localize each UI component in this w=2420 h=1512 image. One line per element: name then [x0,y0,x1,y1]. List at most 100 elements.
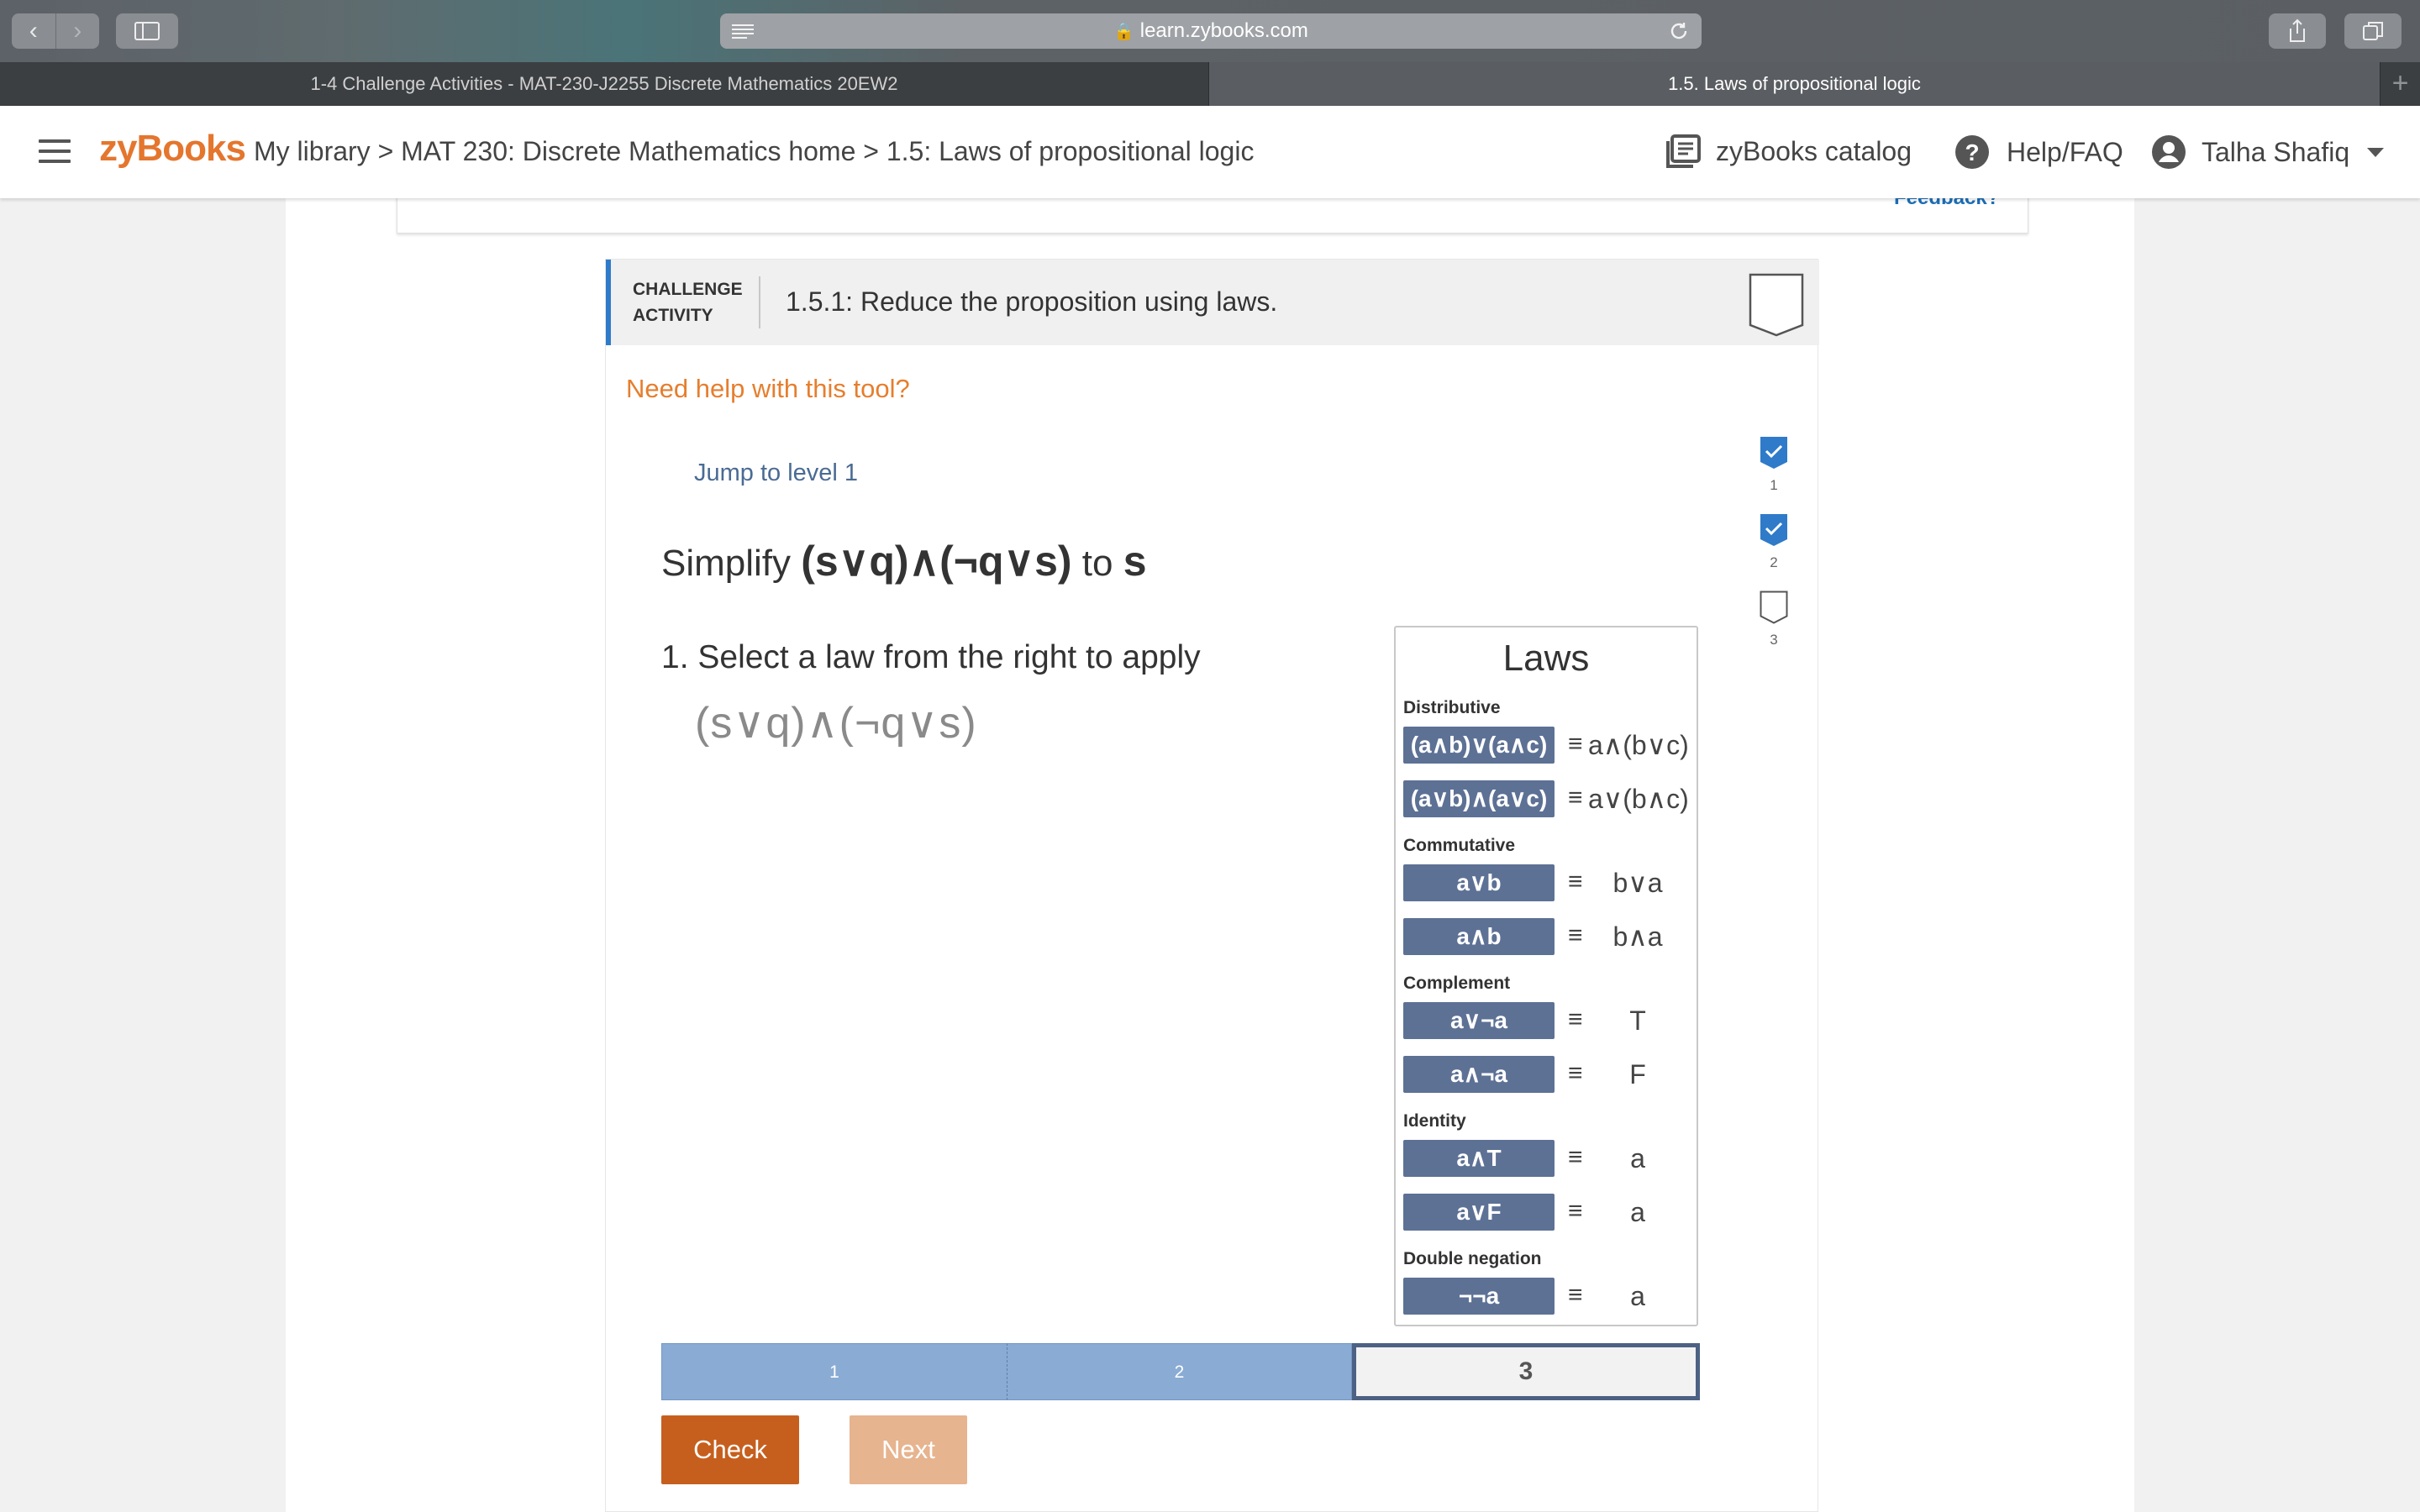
law-rhs: b∨a [1612,868,1663,898]
check-button[interactable]: Check [661,1415,799,1484]
law-button-identity-1[interactable]: a∧T [1403,1140,1555,1177]
level-number: 1 [1770,477,1778,493]
activity-header: CHALLENGE ACTIVITY 1.5.1: Reduce the pro… [606,260,1819,345]
progress-segment-1[interactable]: 1 [661,1343,1007,1400]
equiv-symbol: ≡ [1568,784,1583,811]
current-expression: (s∨q)∧(¬q∨s) [695,699,977,748]
law-rhs: a [1630,1281,1645,1311]
help-icon: ? [1955,135,1989,169]
law-rhs: F [1629,1059,1646,1089]
problem-expression: (s∨q)∧(¬q∨s) [801,538,1072,585]
law-rhs: a [1630,1197,1645,1227]
activity-title: 1.5.1: Reduce the proposition using laws… [786,286,1278,317]
law-category-commutative: Commutative [1403,836,1516,855]
reload-icon[interactable] [1668,20,1690,42]
law-button-complement-2[interactable]: a∧¬a [1403,1056,1555,1093]
chevron-down-icon [2367,148,2385,157]
law-category-identity: Identity [1403,1111,1466,1131]
back-button[interactable]: ‹ [12,13,55,49]
activity-type: CHALLENGE ACTIVITY [633,280,743,325]
header-divider [759,276,760,328]
catalog-icon [1666,134,1701,168]
tab-laws-propositional-logic[interactable]: 1.5. Laws of propositional logic [1208,62,2380,106]
law-button-complement-1[interactable]: a∨¬a [1403,1002,1555,1039]
law-row: (a∨b)∧(a∨c) ≡ a∨(b∧c) [1403,780,1689,817]
problem-prefix: Simplify [661,543,792,584]
progress-segment-2[interactable]: 2 [1007,1343,1352,1400]
law-rhs: a [1630,1143,1645,1173]
level-number: 3 [1770,632,1778,648]
law-category-complement: Complement [1403,974,1511,993]
laws-title: Laws [1502,638,1590,679]
tabs-overview-button[interactable] [2344,13,2402,49]
user-menu[interactable]: Talha Shafiq [2151,134,2385,170]
law-rhs: T [1629,1005,1646,1036]
sidebar-icon [134,22,160,40]
checked-box-icon [1760,514,1787,546]
tab-bar: 1-4 Challenge Activities - MAT-230-J2255… [0,62,2420,106]
jump-to-level-link[interactable]: Jump to level 1 [694,459,858,487]
user-avatar-icon [2152,135,2186,169]
menu-icon[interactable] [39,139,71,170]
law-row: a∧T ≡ a [1403,1140,1689,1177]
empty-box-icon [1760,591,1788,624]
help-link[interactable]: ? Help/FAQ [1954,134,2123,170]
law-row: a∨b ≡ b∨a [1403,864,1689,901]
progress-segment-3-current[interactable]: 3 [1352,1343,1700,1400]
equiv-symbol: ≡ [1568,730,1583,758]
level-number: 2 [1770,554,1778,570]
equiv-symbol: ≡ [1568,921,1583,949]
bookmark-icon[interactable] [1749,273,1804,337]
law-rhs: a∧(b∨c) [1588,730,1689,760]
catalog-label: zyBooks catalog [1716,135,1912,166]
challenge-activity: CHALLENGE ACTIVITY 1.5.1: Reduce the pro… [605,259,1819,1512]
law-row: (a∧b)∨(a∧c) ≡ a∧(b∨c) [1403,727,1689,764]
checked-box-icon [1760,437,1787,469]
problem-target: s [1123,538,1147,585]
law-category-double-negation: Double negation [1403,1249,1542,1268]
level-indicator-2[interactable]: 2 [1759,513,1789,571]
law-button-commutative-2[interactable]: a∧b [1403,918,1555,955]
catalog-link[interactable]: zyBooks catalog [1665,134,1912,168]
address-bar[interactable]: 🔒 learn.zybooks.com [720,13,1702,49]
lock-icon: 🔒 [1113,23,1135,41]
laws-panel: Laws Distributive (a∧b)∨(a∧c) ≡ a∧(b∨c) … [1394,626,1698,1326]
svg-text:?: ? [1965,139,1979,165]
tab-challenge-activities[interactable]: 1-4 Challenge Activities - MAT-230-J2255… [0,62,1208,106]
law-rhs: a∨(b∧c) [1588,784,1689,814]
url-text: 🔒 learn.zybooks.com [720,13,1702,49]
zybooks-logo[interactable]: zyBooks [99,128,246,170]
forward-button[interactable]: › [55,13,100,49]
help-label: Help/FAQ [2007,136,2123,167]
law-button-commutative-1[interactable]: a∨b [1403,864,1555,901]
equiv-symbol: ≡ [1568,1281,1583,1309]
step-instruction: 1. Select a law from the right to apply [661,639,1201,675]
law-row: ¬¬a ≡ a [1403,1278,1689,1315]
next-button[interactable]: Next [850,1415,967,1484]
sidebar-button[interactable] [116,13,178,49]
law-button-distributive-1[interactable]: (a∧b)∨(a∧c) [1403,727,1555,764]
equiv-symbol: ≡ [1568,1143,1583,1171]
equiv-symbol: ≡ [1568,1059,1583,1087]
law-button-identity-2[interactable]: a∨F [1403,1194,1555,1231]
url: learn.zybooks.com [1139,19,1308,42]
problem-to: to [1081,543,1113,584]
level-indicator-3[interactable]: 3 [1759,591,1789,648]
tabs-overview-icon [2363,22,2383,40]
law-row: a∧b ≡ b∧a [1403,918,1689,955]
breadcrumb[interactable]: My library > MAT 230: Discrete Mathemati… [254,136,1254,167]
law-button-double-negation[interactable]: ¬¬a [1403,1278,1555,1315]
share-button[interactable] [2269,13,2326,49]
browser-toolbar: ‹ › 🔒 learn.zybooks.com [0,0,2420,62]
help-tool-link[interactable]: Need help with this tool? [626,374,910,404]
level-progress-bar: 1 2 3 [661,1343,1700,1400]
law-row: a∨F ≡ a [1403,1194,1689,1231]
law-button-distributive-2[interactable]: (a∨b)∧(a∨c) [1403,780,1555,817]
equiv-symbol: ≡ [1568,1197,1583,1225]
law-rhs: b∧a [1612,921,1663,952]
user-name: Talha Shafiq [2202,136,2350,167]
new-tab-button[interactable]: + [2380,62,2420,106]
equiv-symbol: ≡ [1568,868,1583,895]
problem-statement: Simplify (s∨q)∧(¬q∨s) to s [661,537,1147,585]
level-indicator-1[interactable]: 1 [1759,436,1789,494]
